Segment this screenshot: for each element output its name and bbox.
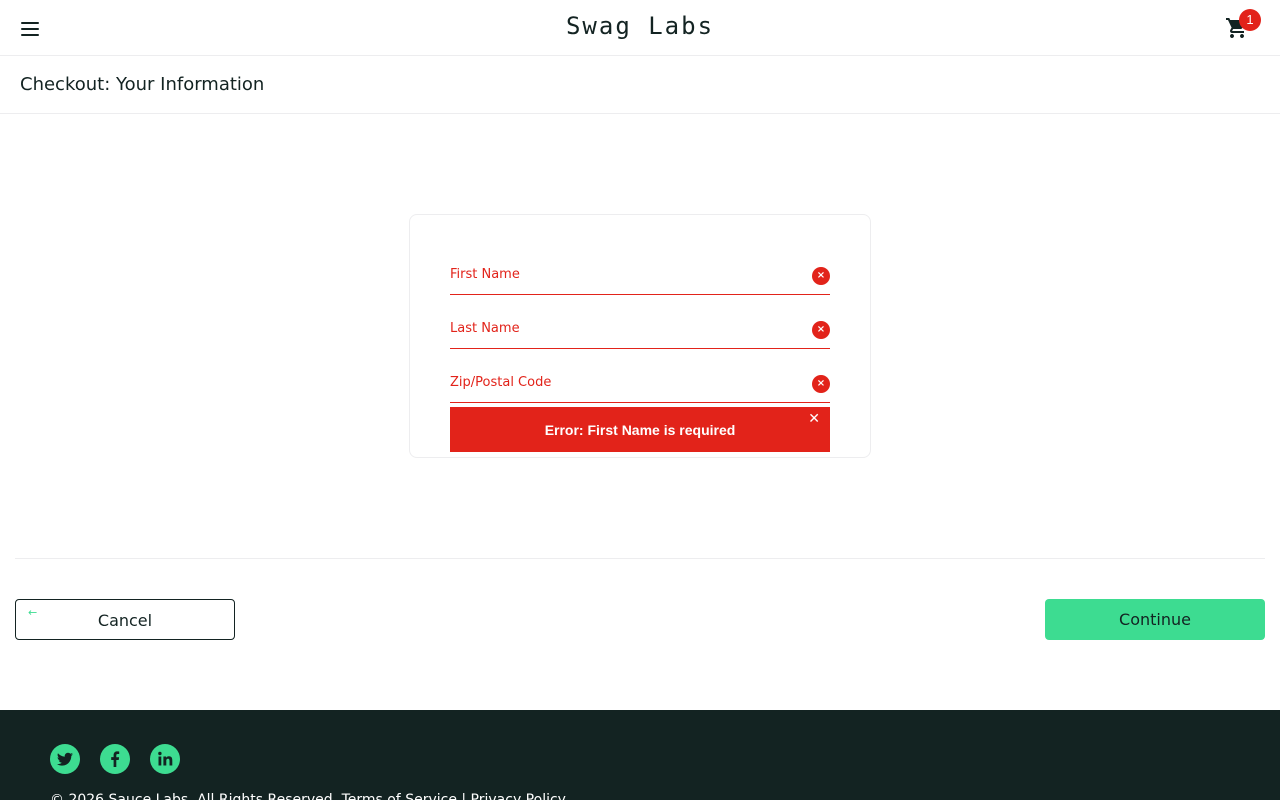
footer-copyright: © 2026 Sauce Labs. All Rights Reserved. … — [50, 792, 566, 808]
continue-label: Continue — [1119, 610, 1191, 629]
last-name-field: × — [450, 309, 830, 349]
error-icon: × — [812, 375, 830, 393]
secondary-header: Checkout: Your Information — [0, 56, 1280, 114]
linkedin-link[interactable] — [150, 744, 180, 774]
cancel-label: Cancel — [97, 611, 153, 630]
twitter-link[interactable] — [50, 744, 80, 774]
first-name-field: × — [450, 255, 830, 295]
twitter-icon — [57, 752, 73, 766]
error-icon: × — [812, 267, 830, 285]
linkedin-icon — [158, 751, 173, 766]
error-close-button[interactable]: ✕ — [808, 411, 820, 427]
page-title: Checkout: Your Information — [20, 74, 265, 95]
error-message: Error: First Name is required — [544, 422, 736, 438]
postal-code-field: × — [450, 363, 830, 403]
first-name-input[interactable] — [450, 255, 800, 293]
error-message-container: Error: First Name is required ✕ — [450, 407, 830, 452]
divider — [15, 558, 1265, 559]
facebook-link[interactable] — [100, 744, 130, 774]
app-logo: Swag Labs — [565, 12, 715, 40]
facebook-icon — [111, 751, 120, 767]
primary-header: Swag Labs 1 — [0, 0, 1280, 56]
checkout-info-form: × × × Error: First Name is required ✕ — [409, 214, 871, 458]
cart-badge: 1 — [1239, 9, 1261, 31]
continue-button[interactable]: Continue — [1045, 599, 1265, 640]
footer: © 2026 Sauce Labs. All Rights Reserved. … — [0, 710, 1280, 808]
last-name-input[interactable] — [450, 309, 800, 347]
error-icon: × — [812, 321, 830, 339]
cancel-button[interactable]: ← Cancel — [15, 599, 235, 640]
postal-code-input[interactable] — [450, 363, 800, 401]
